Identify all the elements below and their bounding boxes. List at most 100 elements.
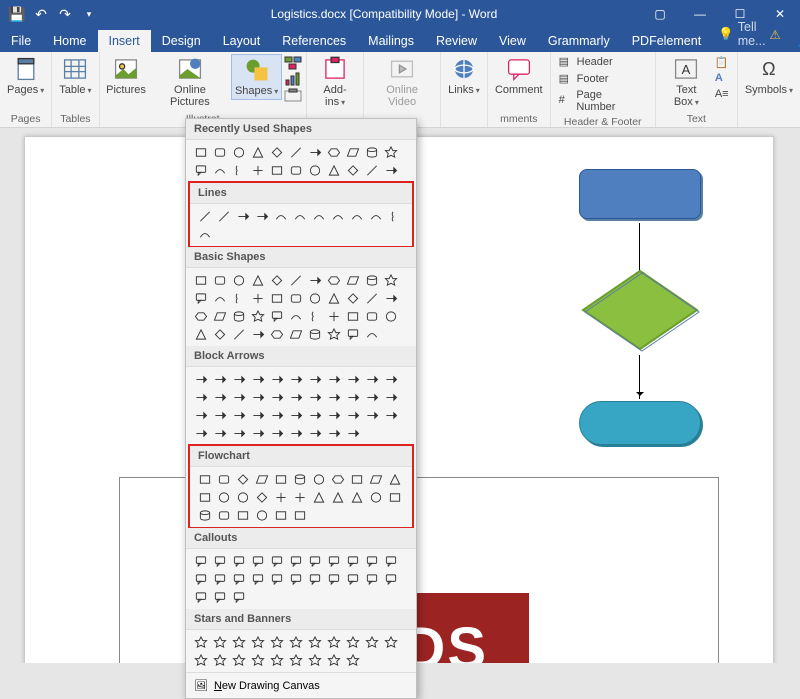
shape-item[interactable] <box>367 208 384 224</box>
shape-item[interactable] <box>382 407 399 423</box>
shape-item[interactable] <box>344 326 361 342</box>
shape-item[interactable] <box>272 471 289 487</box>
shape-item[interactable] <box>249 272 266 288</box>
shape-item[interactable] <box>230 326 247 342</box>
shape-item[interactable] <box>325 371 342 387</box>
shape-item[interactable] <box>253 471 270 487</box>
shape-item[interactable] <box>306 308 323 324</box>
shape-item[interactable] <box>192 589 209 605</box>
shape-item[interactable] <box>386 471 403 487</box>
shape-item[interactable] <box>253 208 270 224</box>
shape-item[interactable] <box>215 507 232 523</box>
shape-item[interactable] <box>230 308 247 324</box>
shape-item[interactable] <box>249 553 266 569</box>
shape-item[interactable] <box>215 208 232 224</box>
shape-item[interactable] <box>268 144 285 160</box>
shape-item[interactable] <box>211 371 228 387</box>
shape-item[interactable] <box>192 308 209 324</box>
shape-item[interactable] <box>344 290 361 306</box>
shape-item[interactable] <box>234 471 251 487</box>
online-pictures-button[interactable]: Online Pictures <box>150 54 229 110</box>
shape-item[interactable] <box>230 389 247 405</box>
shape-item[interactable] <box>363 326 380 342</box>
shape-item[interactable] <box>382 571 399 587</box>
shape-item[interactable] <box>287 652 304 668</box>
shape-item[interactable] <box>287 407 304 423</box>
shape-item[interactable] <box>211 272 228 288</box>
online-video-button[interactable]: Online Video <box>368 54 436 110</box>
flowchart-process-shape[interactable] <box>579 169 701 219</box>
shape-item[interactable] <box>348 208 365 224</box>
shape-item[interactable] <box>367 489 384 505</box>
shape-item[interactable] <box>382 553 399 569</box>
tab-pdfelement[interactable]: PDFelement <box>621 30 712 52</box>
shape-item[interactable] <box>268 553 285 569</box>
quick-parts-icon[interactable]: 📋 <box>715 56 733 70</box>
shape-item[interactable] <box>192 571 209 587</box>
header-button[interactable]: ▤Header <box>555 54 651 70</box>
shape-item[interactable] <box>268 326 285 342</box>
shape-item[interactable] <box>310 208 327 224</box>
shape-item[interactable] <box>344 652 361 668</box>
tab-insert[interactable]: Insert <box>98 30 151 52</box>
shape-item[interactable] <box>249 371 266 387</box>
shape-item[interactable] <box>306 407 323 423</box>
shape-item[interactable] <box>211 326 228 342</box>
shape-item[interactable] <box>287 162 304 178</box>
shape-item[interactable] <box>348 471 365 487</box>
pictures-button[interactable]: Pictures <box>104 54 149 98</box>
shape-item[interactable] <box>287 290 304 306</box>
shape-item[interactable] <box>325 634 342 650</box>
shape-item[interactable] <box>211 407 228 423</box>
shape-item[interactable] <box>192 425 209 441</box>
shape-item[interactable] <box>268 407 285 423</box>
shape-item[interactable] <box>291 507 308 523</box>
shape-item[interactable] <box>291 489 308 505</box>
shape-item[interactable] <box>230 407 247 423</box>
shape-item[interactable] <box>344 425 361 441</box>
shape-item[interactable] <box>192 634 209 650</box>
tab-grammarly[interactable]: Grammarly <box>537 30 621 52</box>
shape-item[interactable] <box>234 489 251 505</box>
links-button[interactable]: Links <box>445 54 483 98</box>
chart-icon[interactable] <box>284 72 302 86</box>
shape-item[interactable] <box>249 652 266 668</box>
shape-item[interactable] <box>306 553 323 569</box>
shape-item[interactable] <box>306 634 323 650</box>
shape-item[interactable] <box>268 634 285 650</box>
shape-item[interactable] <box>249 162 266 178</box>
wordart-icon[interactable]: A <box>715 72 733 86</box>
shape-item[interactable] <box>363 371 380 387</box>
shape-item[interactable] <box>196 208 213 224</box>
shape-item[interactable] <box>211 634 228 650</box>
shape-item[interactable] <box>230 553 247 569</box>
shape-item[interactable] <box>211 308 228 324</box>
shape-item[interactable] <box>344 389 361 405</box>
shape-item[interactable] <box>268 425 285 441</box>
shape-item[interactable] <box>268 308 285 324</box>
pages-button[interactable]: Pages <box>4 54 47 98</box>
flowchart-terminator-shape[interactable] <box>579 401 701 445</box>
text-box-button[interactable]: A Text Box <box>660 54 713 110</box>
smartart-icon[interactable] <box>284 56 302 70</box>
shape-item[interactable] <box>363 272 380 288</box>
shape-item[interactable] <box>310 489 327 505</box>
shape-item[interactable] <box>382 371 399 387</box>
shape-item[interactable] <box>192 290 209 306</box>
shape-item[interactable] <box>363 389 380 405</box>
shape-item[interactable] <box>192 144 209 160</box>
shape-item[interactable] <box>344 272 361 288</box>
shape-item[interactable] <box>382 290 399 306</box>
shape-item[interactable] <box>325 290 342 306</box>
shape-item[interactable] <box>249 571 266 587</box>
shape-item[interactable] <box>287 553 304 569</box>
shape-item[interactable] <box>325 553 342 569</box>
save-icon[interactable]: 💾 <box>8 5 26 23</box>
shape-item[interactable] <box>272 208 289 224</box>
tab-layout[interactable]: Layout <box>212 30 272 52</box>
undo-icon[interactable]: ↶ <box>32 5 50 23</box>
shape-item[interactable] <box>306 371 323 387</box>
shape-item[interactable] <box>382 162 399 178</box>
shape-item[interactable] <box>325 326 342 342</box>
shape-item[interactable] <box>344 308 361 324</box>
